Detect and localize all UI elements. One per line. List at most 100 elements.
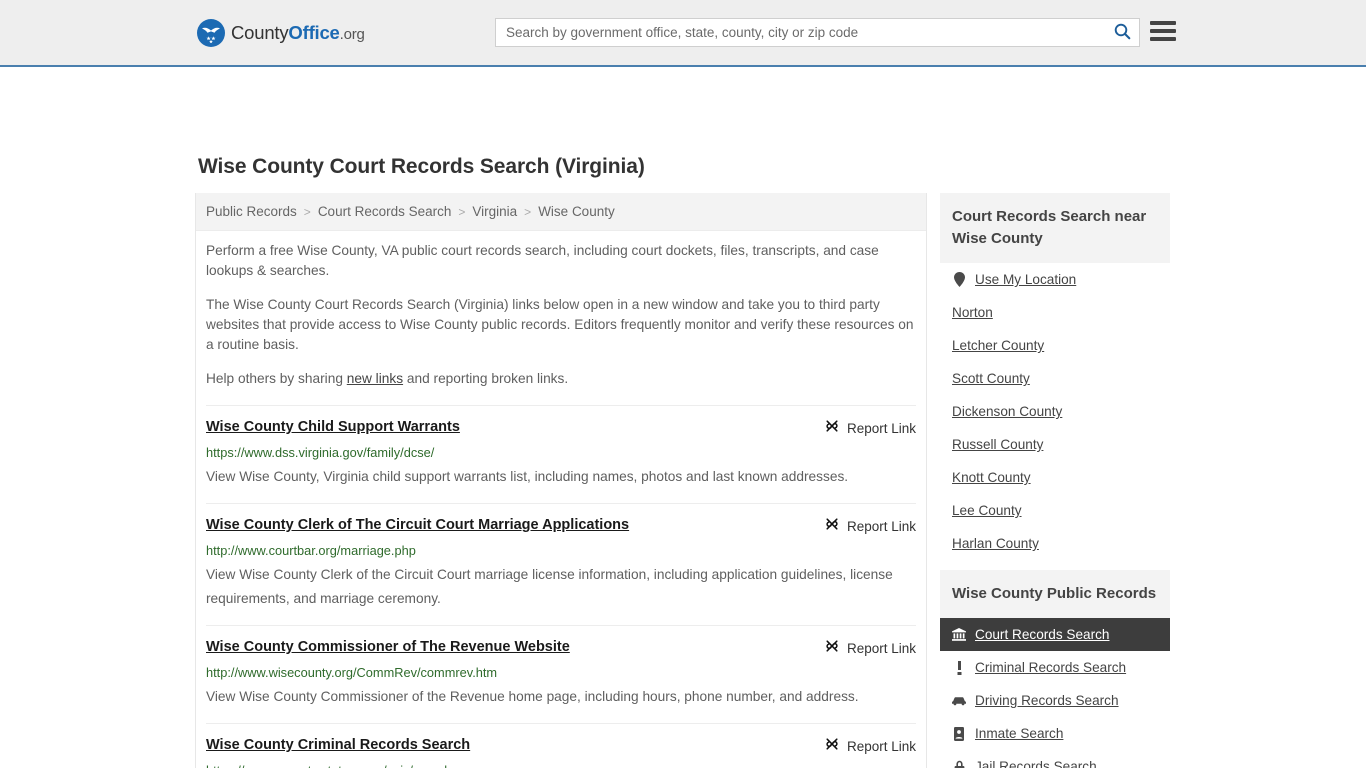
public-records-list: Court Records Search Criminal Records Se… bbox=[940, 618, 1170, 768]
sidebar-item-knott-county[interactable]: Knott County bbox=[940, 461, 1170, 494]
logo-text-org: .org bbox=[339, 26, 365, 43]
intro-text-before: Help others by sharing bbox=[206, 371, 347, 386]
sidebar-item-jail-records-search[interactable]: Jail Records Search bbox=[940, 750, 1170, 768]
intro-paragraph-2: The Wise County Court Records Search (Vi… bbox=[206, 297, 914, 352]
sidebar-item-label: Driving Records Search bbox=[975, 693, 1119, 708]
nearby-searches-heading: Court Records Search near Wise County bbox=[940, 193, 1170, 263]
result-title-link[interactable]: Wise County Commissioner of The Revenue … bbox=[206, 638, 570, 656]
result-description: View Wise County Commissioner of the Rev… bbox=[206, 689, 859, 704]
breadcrumb-separator: > bbox=[303, 204, 311, 219]
nearby-searches-box: Court Records Search near Wise County Us… bbox=[940, 193, 1170, 560]
result-url[interactable]: https://eapps.courts.state.va.us/ocis/se… bbox=[206, 763, 916, 768]
car-icon bbox=[952, 693, 966, 708]
intro-paragraph-3: Help others by sharing new links and rep… bbox=[206, 369, 916, 389]
result-item: Wise County Commissioner of The Revenue … bbox=[206, 625, 916, 723]
report-link-label: Report Link bbox=[846, 421, 916, 436]
result-title-link[interactable]: Wise County Criminal Records Search bbox=[206, 736, 470, 754]
exclamation-icon bbox=[952, 660, 966, 675]
report-link-button[interactable]: Report Link bbox=[824, 516, 916, 537]
result-url[interactable]: http://www.courtbar.org/marriage.php bbox=[206, 543, 916, 559]
sidebar-item-russell-county[interactable]: Russell County bbox=[940, 428, 1170, 461]
result-description: View Wise County Clerk of the Circuit Co… bbox=[206, 567, 893, 606]
sidebar-item-court-records-search[interactable]: Court Records Search bbox=[940, 618, 1170, 651]
sidebar-item-dickenson-county[interactable]: Dickenson County bbox=[940, 395, 1170, 428]
result-title-link[interactable]: Wise County Clerk of The Circuit Court M… bbox=[206, 516, 629, 534]
result-url[interactable]: http://www.wisecounty.org/CommRev/commre… bbox=[206, 665, 916, 681]
broken-link-icon bbox=[824, 638, 840, 659]
search-input[interactable] bbox=[496, 19, 1105, 46]
sidebar-item-label: Use My Location bbox=[975, 272, 1077, 287]
sidebar-item-label: Dickenson County bbox=[952, 404, 1063, 419]
sidebar-item-letcher-county[interactable]: Letcher County bbox=[940, 329, 1170, 362]
sidebar-item-label: Knott County bbox=[952, 470, 1031, 485]
breadcrumb-item-court-records-search[interactable]: Court Records Search bbox=[318, 204, 452, 219]
new-links-link[interactable]: new links bbox=[347, 371, 403, 386]
hamburger-menu-icon[interactable] bbox=[1150, 18, 1176, 44]
public-records-box: Wise County Public Records Court Records… bbox=[940, 570, 1170, 768]
breadcrumb-separator: > bbox=[458, 204, 466, 219]
sidebar-item-label: Court Records Search bbox=[975, 627, 1110, 642]
report-link-button[interactable]: Report Link bbox=[824, 638, 916, 659]
nearby-searches-list: Use My Location Norton Letcher County Sc… bbox=[940, 263, 1170, 560]
hamburger-bar bbox=[1150, 37, 1176, 41]
logo-text-office: Office bbox=[288, 22, 340, 43]
broken-link-icon bbox=[824, 736, 840, 757]
sidebar-item-lee-county[interactable]: Lee County bbox=[940, 494, 1170, 527]
result-item: Wise County Clerk of The Circuit Court M… bbox=[206, 503, 916, 625]
sidebar-item-label: Lee County bbox=[952, 503, 1022, 518]
sidebar-item-scott-county[interactable]: Scott County bbox=[940, 362, 1170, 395]
breadcrumb-item-public-records[interactable]: Public Records bbox=[206, 204, 297, 219]
public-records-heading: Wise County Public Records bbox=[940, 570, 1170, 618]
broken-link-icon bbox=[824, 418, 840, 439]
result-item: Wise County Criminal Records Search Repo… bbox=[206, 723, 916, 768]
sidebar-item-driving-records-search[interactable]: Driving Records Search bbox=[940, 684, 1170, 717]
breadcrumb-item-wise-county[interactable]: Wise County bbox=[538, 204, 615, 219]
site-logo[interactable]: CountyOffice.org bbox=[197, 18, 365, 48]
report-link-button[interactable]: Report Link bbox=[824, 736, 916, 757]
breadcrumb-separator: > bbox=[524, 204, 532, 219]
sidebar-item-label: Jail Records Search bbox=[975, 759, 1097, 768]
search-bar[interactable] bbox=[495, 18, 1140, 47]
breadcrumb-item-virginia[interactable]: Virginia bbox=[472, 204, 517, 219]
intro-paragraph-1: Perform a free Wise County, VA public co… bbox=[206, 243, 879, 278]
report-link-label: Report Link bbox=[846, 519, 916, 534]
results-list: Wise County Child Support Warrants Repor… bbox=[196, 405, 926, 768]
logo-text: CountyOffice.org bbox=[231, 22, 365, 44]
sidebar-item-label: Norton bbox=[952, 305, 993, 320]
intro-section: Perform a free Wise County, VA public co… bbox=[196, 231, 926, 405]
sidebar-item-label: Harlan County bbox=[952, 536, 1039, 551]
sidebar-item-label: Russell County bbox=[952, 437, 1044, 452]
sidebar-item-inmate-search[interactable]: Inmate Search bbox=[940, 717, 1170, 750]
result-url[interactable]: https://www.dss.virginia.gov/family/dcse… bbox=[206, 445, 916, 461]
result-title-link[interactable]: Wise County Child Support Warrants bbox=[206, 418, 460, 436]
id-card-icon bbox=[952, 726, 966, 741]
sidebar: Court Records Search near Wise County Us… bbox=[940, 193, 1170, 768]
page-title: Wise County Court Records Search (Virgin… bbox=[198, 155, 645, 178]
courthouse-icon bbox=[952, 627, 966, 642]
search-button[interactable] bbox=[1105, 19, 1139, 46]
site-header: CountyOffice.org bbox=[0, 0, 1366, 67]
search-icon bbox=[1114, 23, 1131, 43]
lock-icon bbox=[952, 759, 966, 768]
hamburger-bar bbox=[1150, 21, 1176, 25]
report-link-label: Report Link bbox=[846, 641, 916, 656]
sidebar-item-label: Scott County bbox=[952, 371, 1030, 386]
report-link-label: Report Link bbox=[846, 739, 916, 754]
eagle-shield-icon bbox=[197, 19, 225, 47]
main-content: Public Records > Court Records Search > … bbox=[195, 193, 927, 768]
sidebar-item-label: Criminal Records Search bbox=[975, 660, 1127, 675]
sidebar-item-use-my-location[interactable]: Use My Location bbox=[940, 263, 1170, 296]
sidebar-item-label: Inmate Search bbox=[975, 726, 1064, 741]
sidebar-item-harlan-county[interactable]: Harlan County bbox=[940, 527, 1170, 560]
breadcrumb: Public Records > Court Records Search > … bbox=[196, 193, 926, 231]
sidebar-item-norton[interactable]: Norton bbox=[940, 296, 1170, 329]
logo-text-county: County bbox=[231, 22, 289, 43]
result-description: View Wise County, Virginia child support… bbox=[206, 469, 849, 484]
sidebar-item-criminal-records-search[interactable]: Criminal Records Search bbox=[940, 651, 1170, 684]
hamburger-bar bbox=[1150, 29, 1176, 33]
sidebar-item-label: Letcher County bbox=[952, 338, 1045, 353]
result-item: Wise County Child Support Warrants Repor… bbox=[206, 405, 916, 503]
broken-link-icon bbox=[824, 516, 840, 537]
report-link-button[interactable]: Report Link bbox=[824, 418, 916, 439]
map-pin-icon bbox=[952, 272, 966, 287]
